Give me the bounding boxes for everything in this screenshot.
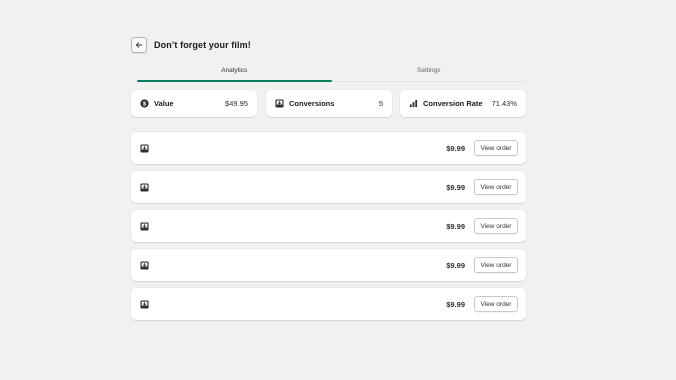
download-icon bbox=[140, 260, 149, 270]
order-row: $9.99 View order bbox=[131, 288, 526, 320]
value-amount: $49.95 bbox=[225, 99, 248, 108]
order-price: $9.99 bbox=[446, 221, 465, 231]
bar-chart-icon bbox=[409, 99, 418, 108]
download-icon bbox=[140, 143, 149, 153]
conversions-card: Conversions 5 bbox=[266, 90, 392, 117]
tab-settings[interactable]: Settings bbox=[332, 63, 527, 81]
tab-analytics[interactable]: Analytics bbox=[137, 63, 332, 82]
value-card: $ Value $49.95 bbox=[131, 90, 257, 117]
page-header: Don’t forget your film! bbox=[131, 37, 251, 53]
conversion-rate-amount: 71.43% bbox=[491, 99, 517, 108]
download-icon bbox=[140, 182, 149, 192]
conversions-label: Conversions bbox=[289, 99, 335, 108]
back-button[interactable] bbox=[131, 37, 147, 53]
order-row: $9.99 View order bbox=[131, 249, 526, 281]
stats-row: $ Value $49.95 Conversions 5 Conversion … bbox=[131, 90, 526, 117]
order-price: $9.99 bbox=[446, 299, 465, 309]
conversion-rate-card: Conversion Rate 71.43% bbox=[400, 90, 526, 117]
tab-bar: Analytics Settings bbox=[137, 63, 526, 82]
conversions-amount: 5 bbox=[378, 99, 383, 108]
view-order-button[interactable]: View order bbox=[474, 179, 518, 195]
order-price: $9.99 bbox=[446, 260, 465, 270]
order-row: $9.99 View order bbox=[131, 210, 526, 242]
order-price: $9.99 bbox=[446, 143, 465, 153]
order-price: $9.99 bbox=[446, 182, 465, 192]
dollar-icon: $ bbox=[140, 99, 149, 108]
view-order-button[interactable]: View order bbox=[474, 296, 518, 312]
view-order-button[interactable]: View order bbox=[474, 218, 518, 234]
page-title: Don’t forget your film! bbox=[154, 40, 251, 50]
view-order-button[interactable]: View order bbox=[474, 140, 518, 156]
order-row: $9.99 View order bbox=[131, 171, 526, 203]
download-icon bbox=[140, 221, 149, 231]
download-icon bbox=[275, 99, 284, 108]
page: Don’t forget your film! Analytics Settin… bbox=[0, 0, 676, 380]
download-icon bbox=[140, 299, 149, 309]
conversion-rate-label: Conversion Rate bbox=[423, 99, 483, 108]
view-order-button[interactable]: View order bbox=[474, 257, 518, 273]
arrow-left-icon bbox=[135, 42, 143, 48]
order-row: $9.99 View order bbox=[131, 132, 526, 164]
value-label: Value bbox=[154, 99, 174, 108]
